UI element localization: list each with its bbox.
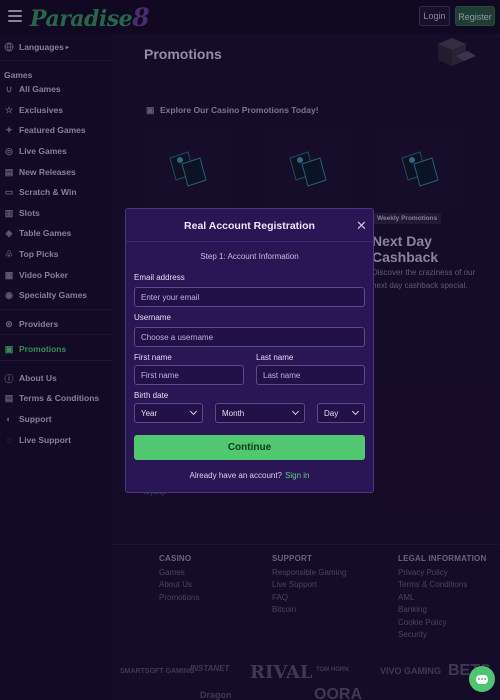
username-field[interactable] <box>134 327 365 347</box>
continue-button[interactable]: Continue <box>134 435 365 460</box>
have-account-text: Already have an account? <box>189 471 283 480</box>
live-chat-button[interactable] <box>469 666 495 692</box>
email-field[interactable] <box>134 287 365 307</box>
step-indicator: Step 1: Account Information <box>200 252 299 261</box>
chevron-down-icon <box>291 407 300 416</box>
email-label: Email address <box>134 273 185 282</box>
chat-bubble-icon <box>476 674 488 684</box>
birth-date-label: Birth date <box>134 391 169 400</box>
day-select[interactable]: Day <box>317 403 365 423</box>
chevron-down-icon <box>189 407 198 416</box>
sign-in-link[interactable]: Sign in <box>285 471 309 480</box>
last-name-field[interactable] <box>256 365 365 385</box>
close-icon[interactable]: ✕ <box>356 219 367 232</box>
signin-prompt: Already have an account? Sign in <box>126 471 373 480</box>
day-select-value: Day <box>324 408 339 418</box>
month-select-value: Month <box>222 408 245 418</box>
first-name-label: First name <box>134 353 172 362</box>
month-select[interactable]: Month <box>215 403 305 423</box>
chevron-down-icon <box>351 407 360 416</box>
last-name-label: Last name <box>256 353 294 362</box>
first-name-field[interactable] <box>134 365 244 385</box>
modal-header: Real Account Registration ✕ <box>126 209 373 242</box>
registration-modal: Real Account Registration ✕ Step 1: Acco… <box>125 208 374 493</box>
modal-title: Real Account Registration <box>184 220 315 232</box>
year-select[interactable]: Year <box>134 403 203 423</box>
year-select-value: Year <box>141 408 158 418</box>
username-label: Username <box>134 313 171 322</box>
